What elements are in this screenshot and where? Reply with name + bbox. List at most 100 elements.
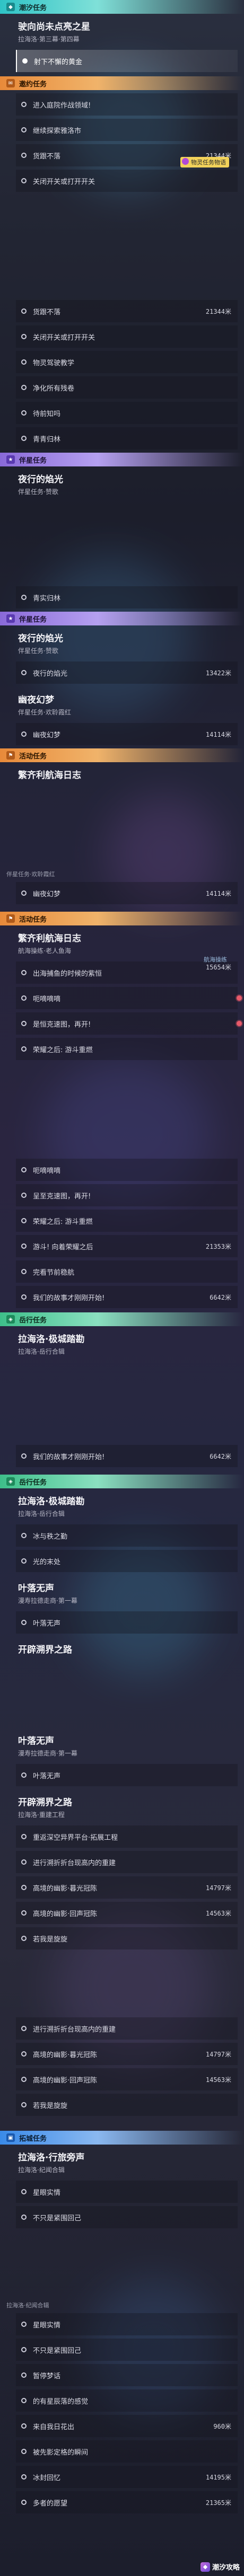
objective-item[interactable]: 高境的幽影·暮光冠陈 14797米 xyxy=(16,1876,238,1899)
circle-icon xyxy=(21,1558,27,1564)
section-side-quests[interactable]: ◈ 岳行任务 xyxy=(0,1312,244,1326)
quest-title: 拉海洛·极城踏勘 xyxy=(18,1334,85,1345)
quest-header[interactable]: 幽夜幻梦 伴星任务·欢聆霞红 xyxy=(0,687,244,720)
objective-item[interactable]: 待前知吗 xyxy=(16,402,238,424)
objective-item[interactable]: 不只是紧围回己 xyxy=(16,2339,238,2361)
objective-item[interactable]: 多者的愿望 21365米 xyxy=(16,2491,238,2513)
objective-item[interactable]: 冰封回忆 14195米 xyxy=(16,2466,238,2488)
objective-item[interactable]: 的有星辰落的感觉 xyxy=(16,2389,238,2412)
objective-item[interactable]: 呃嘀嘀嘀 xyxy=(16,1159,238,1181)
objective-item[interactable]: 高境的幽影·回声冠陈 14563米 xyxy=(16,2068,238,2090)
objective-item[interactable]: 我们的故事才刚刚开始! 6642米 xyxy=(16,1286,238,1308)
circle-icon xyxy=(21,1885,27,1890)
section-label: 伴星任务 xyxy=(19,456,47,465)
quest-subtitle: 伴星任务·赞歌 xyxy=(18,647,58,655)
quest-title: 繁齐利航海日志 xyxy=(18,933,81,944)
objective-item[interactable]: 出海捕鱼的时候的紫恒 15654米 航海操练 xyxy=(16,956,238,984)
section-companion-quests[interactable]: ★ 伴星任务 xyxy=(0,453,244,466)
quest-subtitle: 伴星任务·赞歌 xyxy=(18,488,58,496)
quest-header[interactable]: 夜行的焰光 伴星任务·赞歌 xyxy=(0,466,244,499)
objective-item[interactable]: 幽夜幻梦 14114米 xyxy=(16,882,238,904)
section-side-quests[interactable]: ◈ 岳行任务 xyxy=(0,1475,244,1488)
quest-header[interactable]: 开辟溯界之路 拉海洛·重建工程 xyxy=(0,1789,244,1822)
objective-item[interactable]: 来自我日花出 960米 xyxy=(16,2415,238,2437)
circle-icon xyxy=(21,410,27,416)
section-tide-quests[interactable]: ◆ 潮汐任务 xyxy=(0,0,244,14)
objective-item[interactable]: 进行溯折折台现高内的重建 xyxy=(16,2017,238,2040)
objective-item[interactable]: 高境的幽影·回声冠陈 14563米 xyxy=(16,1902,238,1924)
objective-item[interactable]: 被先影定格的瞬间 xyxy=(16,2440,238,2463)
quest-subtitle: 伴星任务·欢聆霞红 xyxy=(6,871,55,878)
circle-icon xyxy=(21,595,27,600)
objective-item[interactable]: 呈至克速图，再开! xyxy=(16,1184,238,1206)
objective-item[interactable]: 进行溯折折台现高内的重建 xyxy=(16,1851,238,1873)
objective-item[interactable]: 光的末处 xyxy=(16,1550,238,1572)
objective-item[interactable]: 是恒克速图，再开! xyxy=(16,1012,242,1035)
distance-label: 960米 xyxy=(213,2422,231,2430)
objective-item[interactable]: 叶落无声 xyxy=(16,1764,238,1786)
distance-label: 14195米 xyxy=(205,2473,231,2481)
objective-item[interactable]: 物灵驾驶教学 xyxy=(16,351,238,373)
objective-label: 来自我日花出 xyxy=(33,2423,75,2431)
section-event-quests[interactable]: ⚑ 活动任务 xyxy=(0,912,244,925)
quest-header[interactable]: 拉海洛·行旅旁声 拉海洛·纪闻合辑 xyxy=(0,2145,244,2177)
objective-item[interactable]: 我们的故事才刚刚开始! 6642米 xyxy=(16,1445,238,1467)
quest-subtitle: 拉海洛·岳行合辑 xyxy=(18,1510,65,1518)
section-city-quests[interactable]: ▣ 拓城任务 xyxy=(0,2131,244,2145)
section-invite-quests[interactable]: ✉ 邀约任务 xyxy=(0,76,244,90)
objective-item[interactable]: 完看节前稳航 xyxy=(16,1260,238,1283)
spirit-icon xyxy=(182,158,189,165)
distance-label: 14563米 xyxy=(205,2076,231,2084)
objective-item[interactable]: 关闭开关或打开开关 xyxy=(16,325,238,348)
quest-header[interactable]: 驶向尚未点亮之星 拉海洛·第三幕·第四幕 xyxy=(0,14,244,47)
objective-item[interactable]: 关闭开关或打开开关 xyxy=(16,170,238,192)
objective-item[interactable]: 冰与秩之勤 xyxy=(16,1524,238,1547)
objective-item[interactable]: 夜行的焰光 13422米 xyxy=(16,661,238,684)
quest-header[interactable]: 拉海洛·极城踏勘 拉海洛·岳行合辑 xyxy=(0,1326,244,1359)
objective-item[interactable]: 进入庭院作战领域! xyxy=(16,93,238,116)
objective-item[interactable]: 高境的幽影·暮光冠陈 14797米 xyxy=(16,2043,238,2065)
objective-item[interactable]: 若我是旋旋 xyxy=(16,1927,238,1949)
objective-item[interactable]: 星眼实情 xyxy=(16,2313,238,2335)
quest-header[interactable]: 叶落无声 漫寿拉德走商·第一幕 xyxy=(0,1728,244,1761)
quest-header[interactable]: 叶落无声 漫寿拉德走商·第一幕 xyxy=(0,1575,244,1608)
circle-icon xyxy=(21,995,27,1001)
objective-item[interactable]: 呃嘀嘀嘀 xyxy=(16,987,242,1009)
quest-header[interactable]: 夜行的焰光 伴星任务·赞歌 xyxy=(0,625,244,658)
objective-item[interactable]: 游斗! 向着荣耀之后 21353米 xyxy=(16,1235,238,1257)
circle-icon xyxy=(21,1910,27,1916)
objective-item[interactable]: 星眼实情 xyxy=(16,2181,238,2203)
quest-header[interactable]: 繁齐利航海日志 xyxy=(0,762,244,784)
quest-title: 繁齐利航海日志 xyxy=(18,770,81,781)
quest-subtitle: 拉海洛·纪闻合辑 xyxy=(18,2166,65,2174)
quest-header[interactable]: 开辟溯界之路 xyxy=(0,1637,244,1658)
objective-label: 我们的故事才刚刚开始! xyxy=(33,1453,105,1461)
section-event-quests[interactable]: ⚑ 活动任务 xyxy=(0,748,244,762)
objective-item[interactable]: 青实归林 xyxy=(16,586,238,608)
objective-label: 进行溯折折台现高内的重建 xyxy=(33,2025,116,2034)
objective-item[interactable]: 净化所有残卷 xyxy=(16,376,238,399)
objective-label: 幽夜幻梦 xyxy=(33,890,61,898)
objective-item[interactable]: 重返深空异界平台·拓展工程 xyxy=(16,1825,238,1848)
objective-item[interactable]: 不只是紧围回己 xyxy=(16,2206,238,2228)
circle-icon xyxy=(21,153,27,158)
objective-item[interactable]: 青青归林 xyxy=(16,427,238,449)
event-icon: ⚑ xyxy=(6,751,15,760)
objective-item[interactable]: 射下不懈的黄金 xyxy=(16,50,238,72)
objective-item[interactable]: 叶落无声 xyxy=(16,1611,238,1634)
objective-item[interactable]: 荣耀之后: 游斗重燃 xyxy=(16,1210,238,1232)
objective-item[interactable]: 荣耀之后: 游斗重燃 xyxy=(16,1038,238,1060)
objective-item[interactable]: 暂停梦话 xyxy=(16,2364,238,2386)
circle-icon xyxy=(21,385,27,390)
circle-icon xyxy=(21,670,27,675)
objective-item[interactable]: 继续探索雅洛市 xyxy=(16,119,238,141)
objective-label: 进行溯折折台现高内的重建 xyxy=(33,1859,116,1867)
section-companion-quests[interactable]: ★ 伴星任务 xyxy=(0,612,244,625)
quest-header[interactable]: 拉海洛·极城踏勘 拉海洛·岳行合辑 xyxy=(0,1488,244,1521)
objective-item[interactable]: 货跟不落 21344米 xyxy=(16,300,238,322)
objective-item[interactable]: 幽夜幻梦 14114米 xyxy=(16,723,238,745)
objective-label: 货跟不落 xyxy=(33,152,61,161)
circle-icon xyxy=(21,1620,27,1625)
quest-header[interactable]: 繁齐利航海日志 航海操练·老人鱼海 xyxy=(0,925,244,958)
objective-item[interactable]: 若我是旋旋 xyxy=(16,2094,238,2116)
